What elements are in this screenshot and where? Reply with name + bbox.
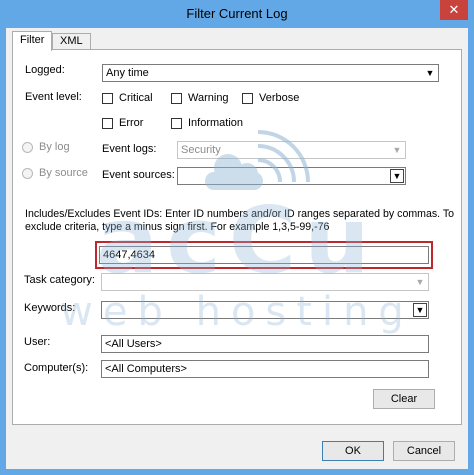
event-ids-description-line2: exclude criteria, type a minus sign firs… [25, 221, 330, 233]
event-ids-input[interactable]: 4647,4634 [99, 246, 429, 264]
chevron-down-icon: ▼ [390, 169, 404, 183]
critical-checkbox[interactable] [102, 93, 113, 104]
information-label: Information [188, 117, 244, 129]
close-button[interactable]: ✕ [440, 0, 468, 20]
tab-xml-label: XML [60, 35, 83, 47]
close-icon: ✕ [448, 2, 460, 17]
computers-value: <All Computers> [105, 363, 187, 375]
keywords-dropdown[interactable]: ▼ [101, 301, 429, 319]
by-source-label: By source [39, 167, 88, 179]
tab-xml[interactable]: XML [52, 33, 91, 49]
tab-filter-label: Filter [20, 34, 45, 46]
dialog-body: Filter XML Logged: Any time ▼ Event leve… [6, 28, 468, 469]
chevron-down-icon: ▼ [413, 303, 427, 317]
filter-dialog: Filter Current Log ✕ Filter XML Logged: … [0, 0, 474, 475]
chevron-down-icon: ▼ [415, 277, 425, 287]
event-logs-label: Event logs: [102, 143, 157, 155]
task-category-dropdown[interactable]: ▼ [101, 273, 429, 291]
event-logs-value: Security [181, 144, 221, 156]
chevron-down-icon: ▼ [425, 68, 435, 78]
window-title: Filter Current Log [186, 6, 288, 21]
chevron-down-icon: ▼ [392, 145, 402, 155]
tab-filter[interactable]: Filter [12, 31, 53, 51]
title-bar[interactable]: Filter Current Log ✕ [0, 0, 474, 28]
event-sources-label: Event sources: [102, 169, 175, 181]
user-value: <All Users> [105, 338, 162, 350]
logged-value: Any time [106, 67, 149, 79]
computers-input[interactable]: <All Computers> [101, 360, 429, 378]
verbose-label: Verbose [259, 92, 300, 104]
by-log-radio[interactable] [22, 142, 33, 153]
event-level-label: Event level: [25, 91, 82, 103]
cancel-button[interactable]: Cancel [393, 441, 455, 461]
ok-button[interactable]: OK [322, 441, 384, 461]
logged-dropdown[interactable]: Any time ▼ [102, 64, 439, 82]
clear-button[interactable]: Clear [373, 389, 435, 409]
keywords-label: Keywords: [24, 302, 76, 314]
computers-label: Computer(s): [24, 362, 89, 374]
by-source-radio[interactable] [22, 168, 33, 179]
logged-label: Logged: [25, 64, 65, 76]
information-checkbox[interactable] [171, 118, 182, 129]
critical-label: Critical [119, 92, 153, 104]
event-logs-dropdown[interactable]: Security ▼ [177, 141, 406, 159]
by-log-label: By log [39, 141, 70, 153]
task-category-label: Task category: [24, 274, 95, 286]
user-label: User: [24, 336, 51, 348]
warning-checkbox[interactable] [171, 93, 182, 104]
verbose-checkbox[interactable] [242, 93, 253, 104]
event-ids-description-line1: Includes/Excludes Event IDs: Enter ID nu… [25, 208, 455, 220]
error-checkbox[interactable] [102, 118, 113, 129]
event-sources-dropdown[interactable]: ▼ [177, 167, 406, 185]
error-label: Error [119, 117, 144, 129]
event-ids-value: 4647,4634 [103, 249, 155, 261]
warning-label: Warning [188, 92, 229, 104]
user-input[interactable]: <All Users> [101, 335, 429, 353]
